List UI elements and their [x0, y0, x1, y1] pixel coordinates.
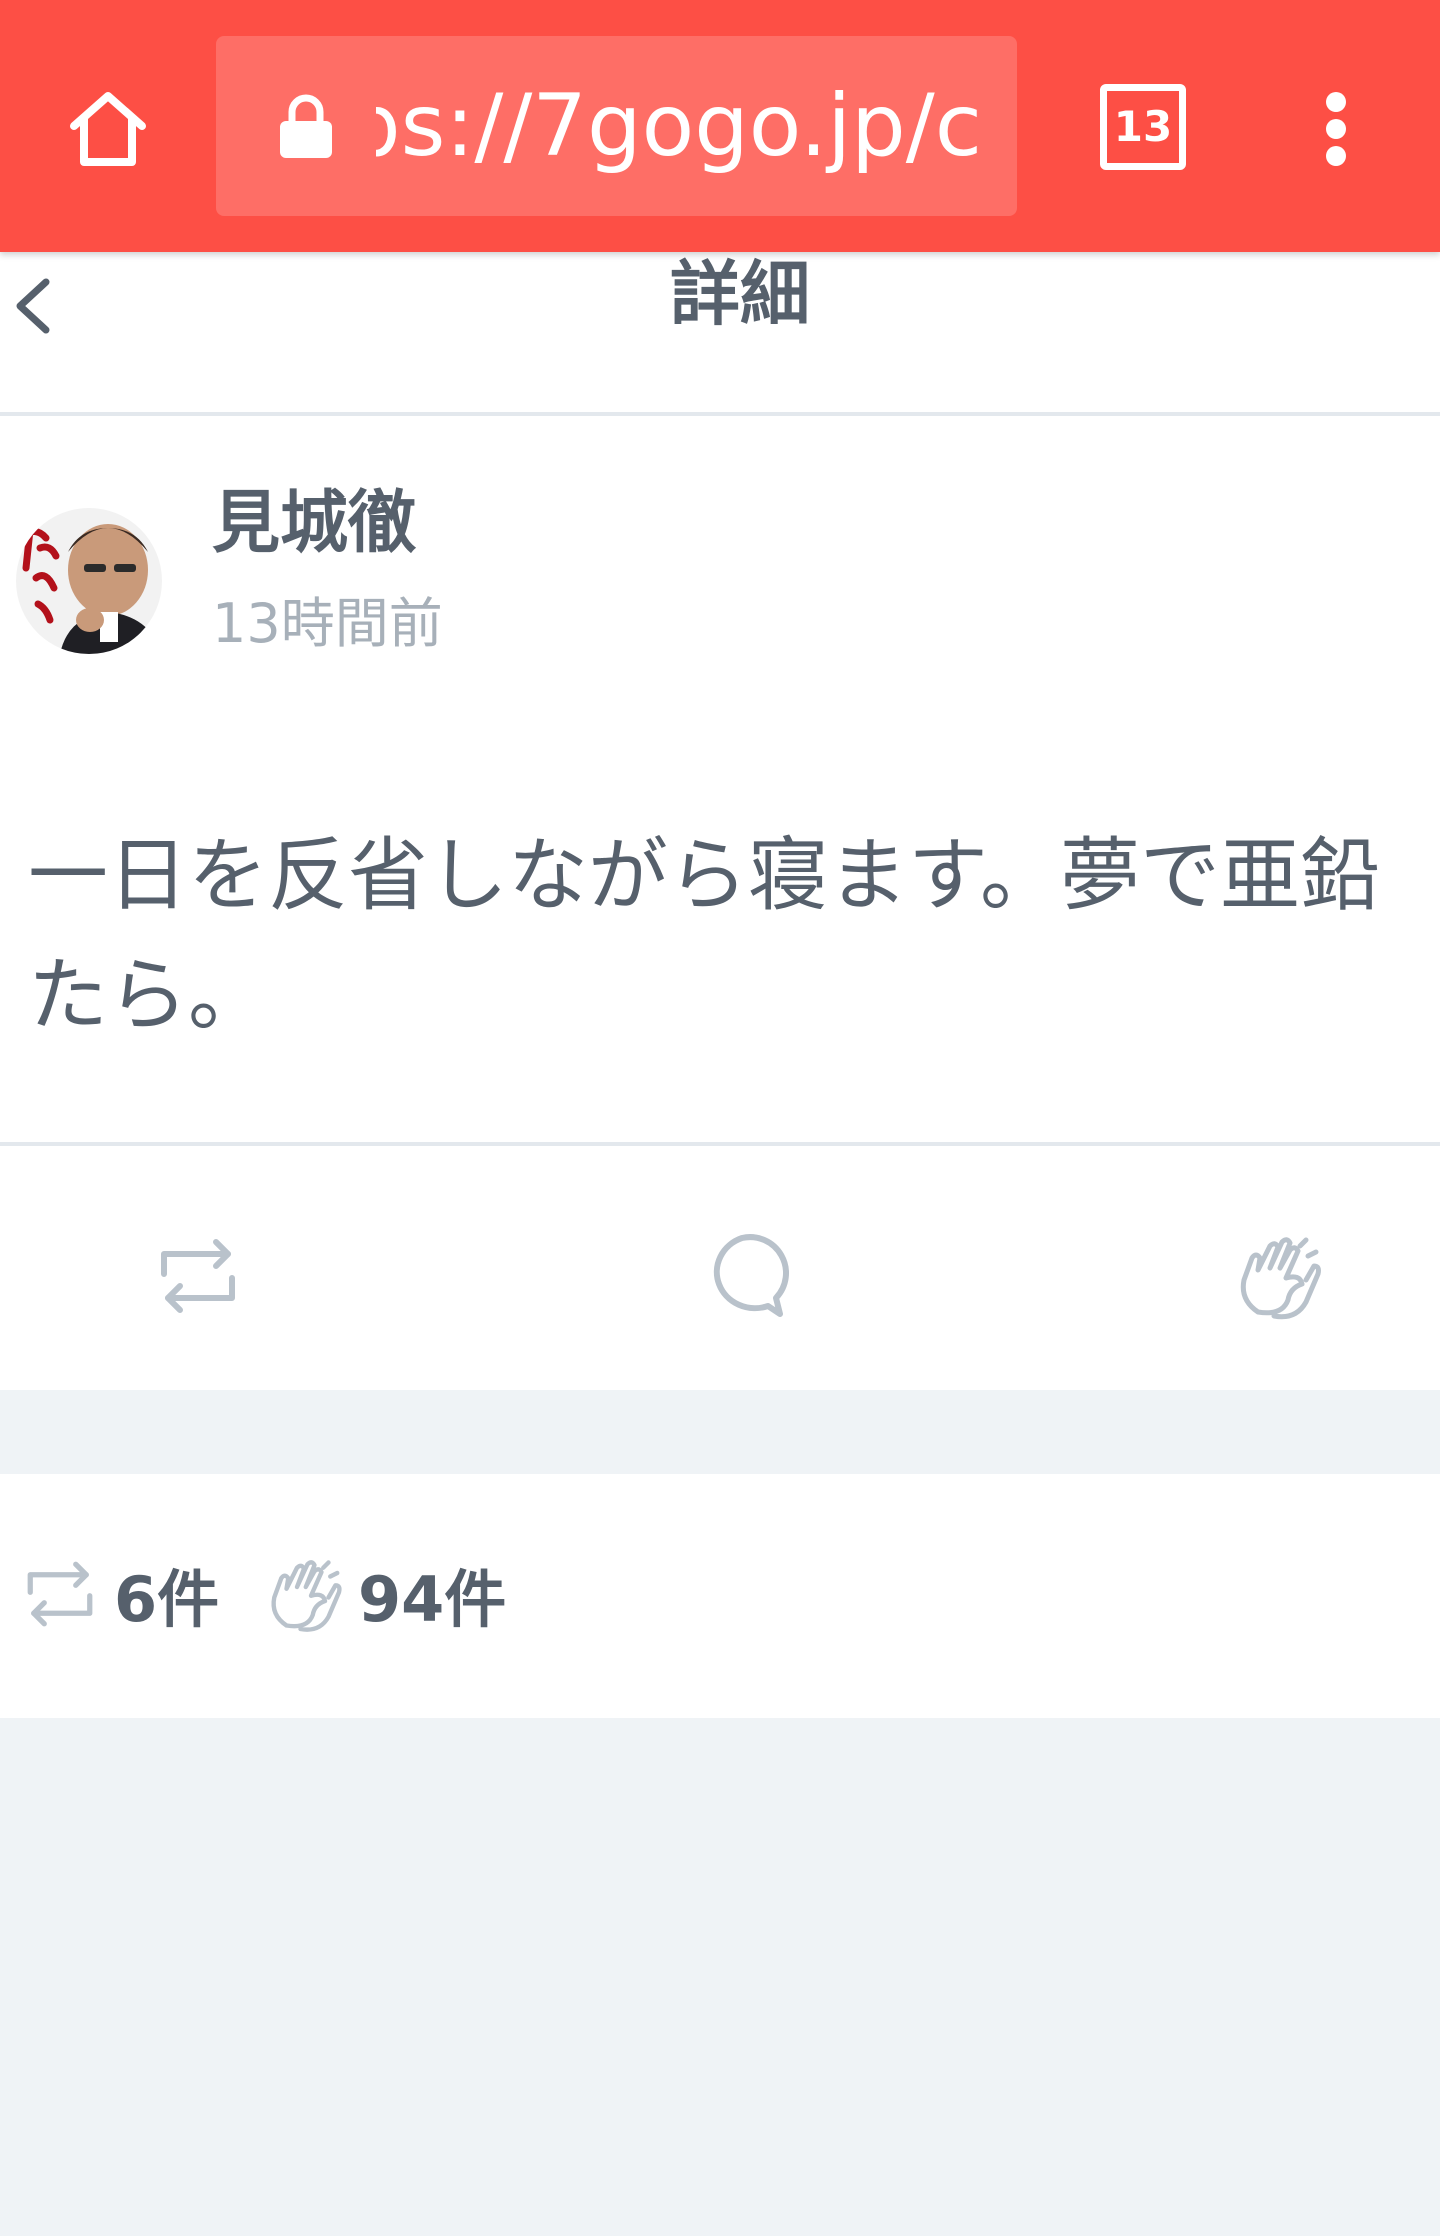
comment-button[interactable] — [694, 1228, 790, 1324]
post-body: 一日を反省しながら寝ます。夢で亜鉛 たら。 — [28, 829, 1380, 1042]
retalk-count[interactable]: 6件 — [18, 1544, 219, 1644]
retalk-icon — [27, 1561, 93, 1627]
comment-icon — [713, 1234, 789, 1317]
home-icon — [70, 92, 146, 166]
post-card: 見城徹 13時間前 一日を反省しながら寝ます。夢で亜鉛 たら。 — [0, 416, 1440, 1146]
applause-button[interactable] — [1230, 1228, 1326, 1324]
page-title: 詳細 — [670, 253, 810, 335]
home-button[interactable] — [64, 84, 152, 172]
app-header: 詳細 — [0, 252, 1440, 416]
more-vert-icon[interactable] — [1310, 84, 1362, 174]
url-bar[interactable]: https://7gogo.jp/c — [216, 36, 1017, 216]
post-timestamp: 13時間前 — [212, 592, 443, 655]
applause-count-label: 94件 — [358, 1563, 507, 1636]
retalk-button[interactable] — [150, 1228, 246, 1324]
lock-icon — [280, 94, 332, 158]
avatar-image — [16, 508, 162, 654]
url-text: https://7gogo.jp/c — [376, 76, 982, 176]
clap-icon — [271, 1560, 342, 1632]
tab-count: 13 — [1113, 102, 1173, 151]
retalk-count-label: 6件 — [114, 1563, 220, 1636]
author-name[interactable]: 見城徹 — [212, 478, 416, 570]
reaction-counts: 6件 94件 — [0, 1474, 1440, 1718]
avatar[interactable] — [16, 508, 162, 654]
clap-icon — [1240, 1237, 1321, 1320]
retalk-icon — [161, 1239, 235, 1313]
tab-switcher-button[interactable]: 13 — [1100, 84, 1186, 170]
browser-toolbar: https://7gogo.jp/c 13 — [0, 0, 1440, 252]
applause-count[interactable]: 94件 — [262, 1544, 506, 1644]
action-bar — [0, 1146, 1440, 1390]
